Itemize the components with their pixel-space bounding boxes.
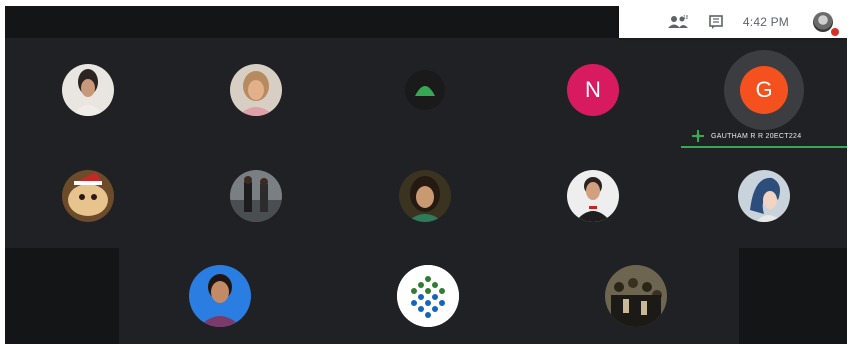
empty-tile xyxy=(5,248,119,344)
participant-tile[interactable]: N xyxy=(510,38,676,142)
participant-photo xyxy=(189,265,251,327)
participant-tile[interactable] xyxy=(5,38,171,142)
participant-tile[interactable] xyxy=(345,248,511,344)
participant-photo xyxy=(605,265,667,327)
alert-badge xyxy=(831,28,839,36)
participant-photo xyxy=(230,64,282,116)
speaking-ring: G xyxy=(724,50,804,130)
meeting-toolbar: 18 4:42 PM xyxy=(619,6,847,38)
participant-logo xyxy=(397,265,459,327)
chat-icon[interactable] xyxy=(705,14,727,30)
participant-photo xyxy=(567,170,619,222)
participant-tile[interactable] xyxy=(342,144,508,248)
participant-initial: N xyxy=(567,64,619,116)
participant-tile[interactable] xyxy=(510,144,676,248)
participant-tile[interactable] xyxy=(173,144,339,248)
participant-photo xyxy=(399,170,451,222)
participant-tile[interactable] xyxy=(553,248,719,344)
clock: 4:42 PM xyxy=(742,15,789,29)
people-icon[interactable]: 18 xyxy=(667,14,689,30)
participant-name: GAUTHAM R R 20ECT224 xyxy=(711,132,802,140)
participant-tile[interactable] xyxy=(681,144,847,248)
participant-tile[interactable] xyxy=(5,144,171,248)
participant-photo xyxy=(62,64,114,116)
meeting-grid: 18 4:42 PM N G GAUTHAM R R 20ECT224 xyxy=(5,6,847,344)
participant-tile[interactable] xyxy=(342,38,508,142)
pin-icon[interactable] xyxy=(691,129,705,143)
participant-tile[interactable] xyxy=(173,38,339,142)
svg-text:18: 18 xyxy=(683,15,688,21)
participant-photo xyxy=(405,70,445,110)
participant-photo xyxy=(230,170,282,222)
empty-tile xyxy=(739,248,847,344)
participant-initial: G xyxy=(740,66,788,114)
self-avatar xyxy=(813,12,833,32)
self-view[interactable] xyxy=(805,8,839,36)
participant-tile[interactable] xyxy=(137,248,303,344)
participant-photo xyxy=(738,170,790,222)
participant-photo xyxy=(62,170,114,222)
